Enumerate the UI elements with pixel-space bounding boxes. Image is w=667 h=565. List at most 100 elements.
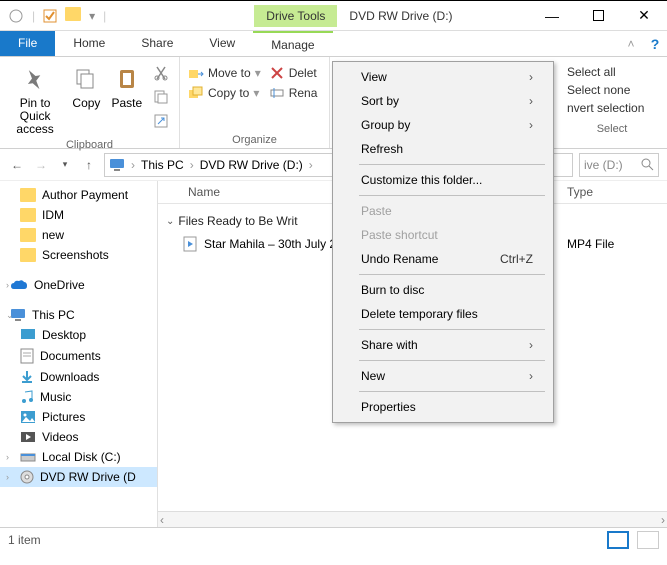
nav-downloads[interactable]: Downloads <box>0 367 157 387</box>
chevron-right-icon[interactable]: › <box>6 280 9 290</box>
nav-pictures[interactable]: Pictures <box>0 407 157 427</box>
paste-shortcut-icon[interactable] <box>151 111 171 131</box>
search-input[interactable]: ive (D:) <box>579 153 659 177</box>
thumbnails-view-button[interactable] <box>637 531 659 549</box>
delete-button[interactable]: Delet <box>269 65 318 81</box>
file-name: Star Mahila – 30th July 20 <box>204 237 343 251</box>
menu-customize-folder[interactable]: Customize this folder... <box>333 168 553 192</box>
folder-icon <box>20 208 36 222</box>
column-type[interactable]: Type <box>567 185 667 199</box>
menu-view[interactable]: View› <box>333 65 553 89</box>
menu-undo-rename[interactable]: Undo RenameCtrl+Z <box>333 247 553 271</box>
minimize-button[interactable]: — <box>529 1 575 31</box>
group-select-label: Select <box>563 121 661 137</box>
group-clipboard-label: Clipboard <box>6 137 173 153</box>
search-placeholder: ive (D:) <box>584 158 623 172</box>
properties-icon[interactable] <box>43 9 57 23</box>
menu-paste-shortcut: Paste shortcut <box>333 223 553 247</box>
window-title: DVD RW Drive (D:) <box>337 9 529 23</box>
breadcrumb-drive[interactable]: DVD RW Drive (D:) <box>200 158 303 172</box>
select-all-button[interactable]: Select all <box>567 65 657 79</box>
nav-folder-screenshots[interactable]: Screenshots <box>0 245 157 265</box>
nav-music[interactable]: Music <box>0 387 157 407</box>
pc-icon <box>109 158 125 172</box>
chevron-right-icon[interactable] <box>307 158 315 172</box>
chevron-down-icon[interactable]: ⌄ <box>166 216 174 227</box>
folder-icon <box>20 188 36 202</box>
nav-folder-new[interactable]: new <box>0 225 157 245</box>
nav-thispc[interactable]: ⌄This PC <box>0 305 157 325</box>
navigation-pane: Author Payment IDM new Screenshots ›OneD… <box>0 181 158 527</box>
help-icon[interactable]: ? <box>643 31 667 56</box>
video-file-icon <box>182 236 198 252</box>
breadcrumb-thispc[interactable]: This PC <box>141 158 184 172</box>
menu-burn-to-disc[interactable]: Burn to disc <box>333 278 553 302</box>
details-view-button[interactable] <box>607 531 629 549</box>
recent-locations-icon[interactable]: ▾ <box>56 159 74 170</box>
menu-delete-temp-files[interactable]: Delete temporary files <box>333 302 553 326</box>
item-count: 1 item <box>8 533 41 547</box>
chevron-right-icon[interactable] <box>129 158 137 172</box>
forward-button[interactable]: → <box>32 158 50 172</box>
qat-dropdown-icon[interactable]: ▾ <box>89 9 95 23</box>
chevron-right-icon: › <box>529 369 533 383</box>
horizontal-scrollbar[interactable]: ‹ › <box>158 511 667 527</box>
menu-properties[interactable]: Properties <box>333 395 553 419</box>
chevron-right-icon[interactable] <box>188 158 196 172</box>
copy-button[interactable]: Copy <box>68 59 104 110</box>
move-to-button[interactable]: Move to▾ <box>188 65 261 81</box>
pin-to-quick-access-button[interactable]: Pin to Quick access <box>6 59 64 137</box>
nav-dvd-rw-drive[interactable]: ›DVD RW Drive (D <box>0 467 157 487</box>
close-button[interactable]: ✕ <box>621 1 667 31</box>
tab-view[interactable]: View <box>191 31 253 56</box>
nav-onedrive[interactable]: ›OneDrive <box>0 275 157 295</box>
back-button[interactable]: ← <box>8 158 26 172</box>
paste-button[interactable]: Paste <box>109 59 145 110</box>
collapse-ribbon-icon[interactable]: ˄ <box>619 31 643 56</box>
menu-refresh[interactable]: Refresh <box>333 137 553 161</box>
status-bar: 1 item <box>0 527 667 551</box>
downloads-icon <box>20 370 34 384</box>
nav-documents[interactable]: Documents <box>0 345 157 367</box>
scroll-left-icon[interactable]: ‹ <box>160 513 164 527</box>
copy-path-icon[interactable] <box>151 87 171 107</box>
nav-local-disk[interactable]: ›Local Disk (C:) <box>0 447 157 467</box>
menu-share-with[interactable]: Share with› <box>333 333 553 357</box>
cut-icon[interactable] <box>151 63 171 83</box>
tab-file[interactable]: File <box>0 31 55 56</box>
copy-to-button[interactable]: Copy to▾ <box>188 85 261 101</box>
menu-group-by[interactable]: Group by› <box>333 113 553 137</box>
tab-manage[interactable]: Manage <box>253 31 332 56</box>
tab-home[interactable]: Home <box>55 31 123 56</box>
menu-sort-by[interactable]: Sort by› <box>333 89 553 113</box>
chevron-right-icon[interactable]: › <box>6 452 9 462</box>
menu-paste: Paste <box>333 199 553 223</box>
history-icon[interactable] <box>8 8 24 24</box>
disc-icon <box>20 470 34 484</box>
invert-selection-button[interactable]: nvert selection <box>567 101 657 115</box>
nav-folder-idm[interactable]: IDM <box>0 205 157 225</box>
nav-folder-author-payment[interactable]: Author Payment <box>0 185 157 205</box>
menu-new[interactable]: New› <box>333 364 553 388</box>
ribbon-tabs: File Home Share View Manage ˄ ? <box>0 31 667 57</box>
chevron-right-icon: › <box>529 70 533 84</box>
documents-icon <box>20 348 34 364</box>
nav-videos[interactable]: Videos <box>0 427 157 447</box>
onedrive-icon <box>10 279 28 291</box>
qat-folder-icon[interactable] <box>65 7 81 24</box>
chevron-down-icon[interactable]: ⌄ <box>6 310 14 321</box>
nav-desktop[interactable]: Desktop <box>0 325 157 345</box>
chevron-right-icon: › <box>529 94 533 108</box>
scroll-right-icon[interactable]: › <box>661 513 665 527</box>
qat-separator: | <box>103 9 106 23</box>
folder-icon <box>20 228 36 242</box>
maximize-button[interactable] <box>575 1 621 31</box>
up-button[interactable]: ↑ <box>80 158 98 172</box>
file-type: MP4 File <box>567 237 667 251</box>
tab-share[interactable]: Share <box>123 31 191 56</box>
rename-button[interactable]: Rena <box>269 85 318 101</box>
chevron-right-icon[interactable]: › <box>6 472 9 482</box>
chevron-right-icon: › <box>529 338 533 352</box>
group-organize-label: Organize <box>186 132 323 148</box>
select-none-button[interactable]: Select none <box>567 83 657 97</box>
